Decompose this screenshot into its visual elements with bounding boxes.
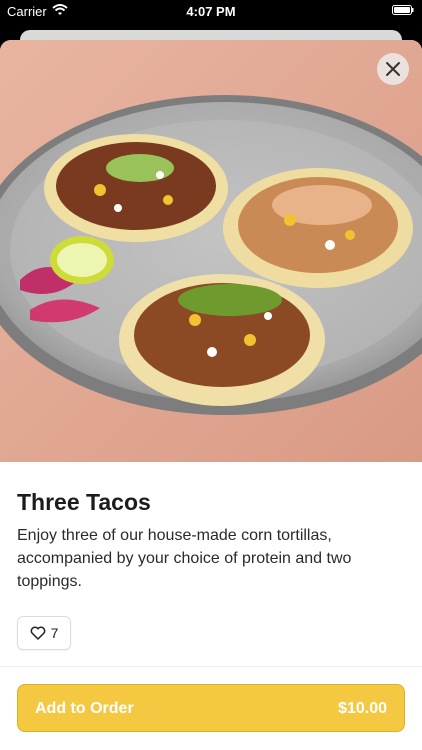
item-description: Enjoy three of our house-made corn torti…	[17, 527, 352, 590]
item-photo	[0, 40, 422, 462]
heart-icon	[30, 626, 45, 640]
add-to-order-button[interactable]: Add to Order $10.00	[17, 684, 405, 732]
status-bar: Carrier 4:07 PM	[0, 0, 422, 24]
clock: 4:07 PM	[186, 4, 236, 19]
item-detail-sheet: Three Tacos Enjoy three of our house-mad…	[0, 40, 422, 750]
like-count: 7	[50, 625, 59, 641]
add-to-order-label: Add to Order	[35, 700, 134, 717]
battery-icon	[392, 5, 414, 15]
price-label: $10.00	[338, 700, 387, 717]
divider	[0, 666, 422, 667]
close-icon	[386, 62, 400, 76]
item-title: Three Tacos	[17, 489, 151, 515]
close-button[interactable]	[377, 53, 409, 85]
like-button[interactable]: 7	[17, 616, 71, 650]
